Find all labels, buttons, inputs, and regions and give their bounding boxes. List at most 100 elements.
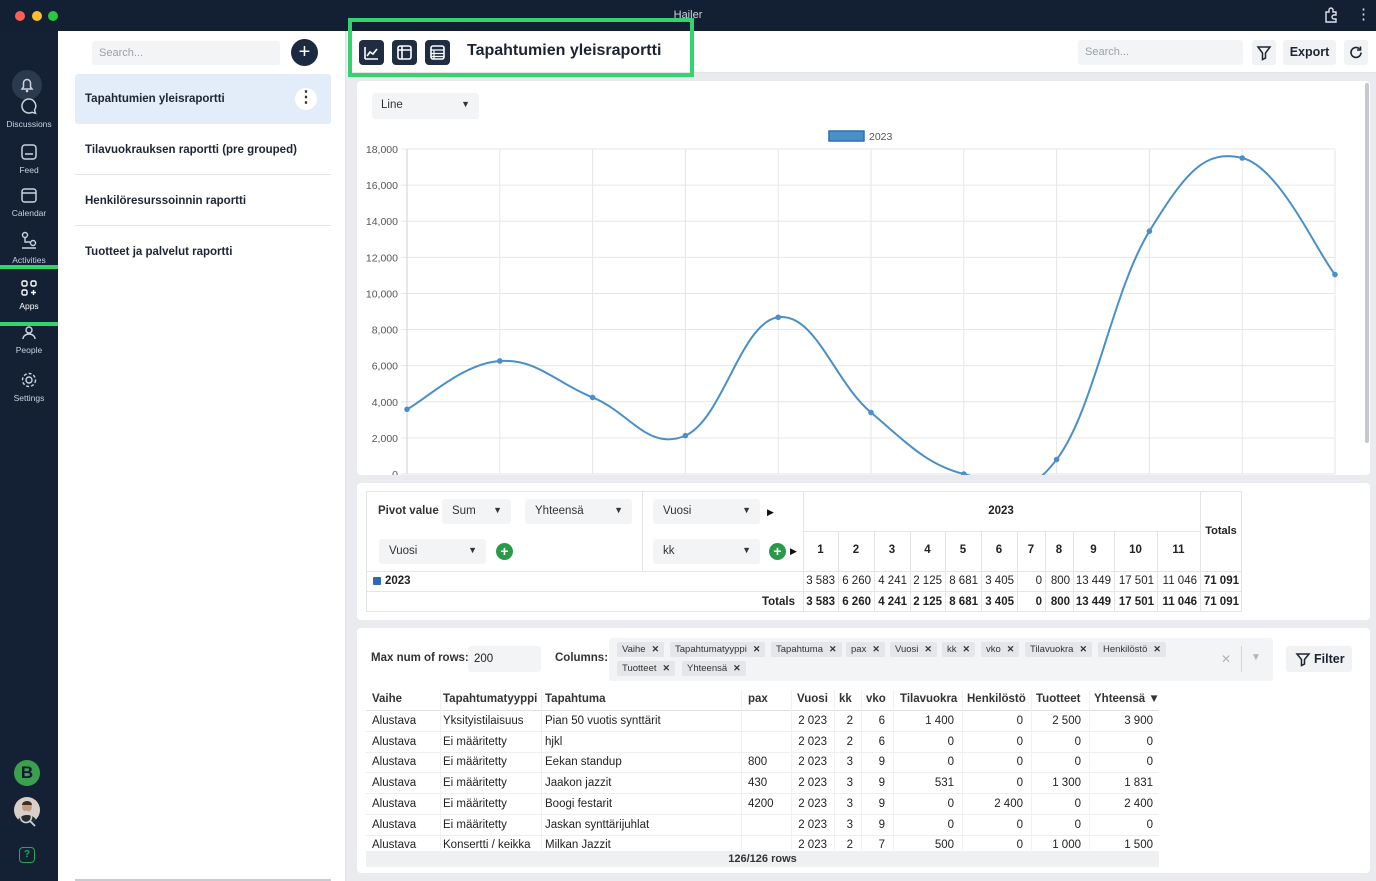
chart-scrollbar[interactable] — [1365, 83, 1369, 443]
table-cell: 500 — [934, 839, 954, 852]
pivot-cell: 11 046 — [1162, 575, 1197, 587]
remove-chip-icon[interactable]: ✕ — [829, 644, 837, 654]
remove-chip-icon[interactable]: ✕ — [663, 663, 671, 673]
rail-activities[interactable]: Activities — [0, 230, 58, 265]
y-tick-label: 16,000 — [366, 180, 398, 192]
workspace-avatar[interactable]: B — [14, 760, 40, 786]
column-chip[interactable]: vko ✕ — [981, 642, 1020, 657]
column-chip[interactable]: Henkilöstö ✕ — [1098, 642, 1166, 657]
refresh-button[interactable] — [1344, 40, 1368, 65]
table-cell: Alustava — [372, 777, 417, 790]
remove-chip-icon[interactable]: ✕ — [924, 644, 932, 654]
chevron-down-icon[interactable]: ▼ — [1251, 652, 1261, 663]
column-chip[interactable]: Tilavuokra ✕ — [1025, 642, 1093, 657]
column-header[interactable]: Tuotteet — [1036, 693, 1081, 705]
pivot-cell: 2 125 — [913, 596, 942, 608]
column-header[interactable]: kk — [839, 693, 852, 705]
remove-chip-icon[interactable]: ✕ — [652, 644, 660, 654]
rail-discussions[interactable]: Discussions — [0, 96, 58, 129]
column-chip[interactable]: Yhteensä ✕ — [682, 661, 746, 676]
table-cell: 0 — [1016, 818, 1023, 831]
col-divider — [861, 690, 862, 850]
report-item-tilavuokraus[interactable]: Tilavuokrauksen raportti (pre grouped) — [75, 125, 331, 175]
column-header[interactable]: Yhteensä ▼ — [1094, 693, 1160, 705]
column-chip[interactable]: Vaihe ✕ — [617, 642, 665, 657]
table-cell: Milkan Jazzit — [545, 839, 611, 852]
rail-settings[interactable]: Settings — [0, 370, 58, 403]
pivot-measure-select[interactable]: Yhteensä ▼ — [525, 499, 632, 524]
column-header[interactable]: Vuosi — [797, 693, 828, 705]
pivot-agg-select[interactable]: Sum ▼ — [442, 499, 511, 524]
rail-feed[interactable]: Feed — [0, 142, 58, 175]
column-chip[interactable]: kk ✕ — [942, 642, 976, 657]
extension-icon[interactable] — [1322, 6, 1340, 24]
table-cell: 0 — [1016, 839, 1023, 852]
table-cell: 0 — [1074, 797, 1081, 810]
export-button[interactable]: Export — [1283, 40, 1336, 65]
data-point-1 — [404, 406, 410, 413]
pivot-cell: 0 — [1035, 575, 1042, 587]
col-divider — [541, 690, 542, 850]
table-filter-button[interactable]: Filter — [1286, 646, 1352, 672]
column-header[interactable]: Vaihe — [372, 693, 402, 705]
rail-people[interactable]: People — [0, 324, 58, 355]
column-chip[interactable]: Tapahtumatyyppi ✕ — [670, 642, 766, 657]
pivot-divider — [642, 491, 643, 571]
column-chip[interactable]: Tuotteet ✕ — [617, 661, 676, 676]
pivot-col-field-select[interactable]: Vuosi ▼ — [653, 499, 760, 524]
remove-chip-icon[interactable]: ✕ — [963, 644, 971, 654]
remove-chip-icon[interactable]: ✕ — [1079, 644, 1087, 654]
add-col-field-button[interactable]: + — [769, 543, 786, 560]
table-cell: 0 — [1016, 715, 1023, 727]
sidebar-search-input[interactable]: Search... — [92, 41, 280, 65]
column-chip[interactable]: Vuosi ✕ — [890, 642, 937, 657]
header-search-input[interactable]: Search... — [1078, 40, 1243, 65]
table-cell: 0 — [1146, 756, 1153, 769]
column-header[interactable]: vko — [866, 693, 886, 705]
remove-chip-icon[interactable]: ✕ — [1153, 644, 1161, 654]
remove-chip-icon[interactable]: ✕ — [872, 644, 880, 654]
report-item-henkiloresurssointi[interactable]: Henkilöresurssoinnin raportti — [75, 176, 331, 226]
y-tick-label: 0 — [392, 469, 398, 475]
add-report-button[interactable]: + — [291, 39, 318, 66]
data-point-9 — [1146, 228, 1153, 234]
row-divider — [366, 751, 1159, 753]
column-header[interactable]: Tapahtuma — [545, 693, 606, 705]
legend-swatch — [828, 130, 865, 142]
max-rows-input[interactable]: 200 — [468, 646, 541, 672]
search-icon[interactable] — [18, 809, 38, 829]
remove-chip-icon[interactable]: ✕ — [753, 644, 761, 654]
add-row-field-button[interactable]: + — [496, 543, 513, 560]
clear-columns-icon[interactable]: ✕ — [1221, 652, 1231, 666]
more-vertical-icon[interactable]: ⋮ — [1356, 6, 1371, 24]
column-header[interactable]: Henkilöstö — [967, 693, 1026, 705]
column-header[interactable]: Tilavuokra — [900, 693, 957, 705]
more-options-icon[interactable]: ⋮ — [295, 88, 317, 110]
column-chip[interactable]: Tapahtuma ✕ — [771, 642, 842, 657]
people-icon — [22, 326, 36, 340]
column-chip[interactable]: pax ✕ — [846, 642, 885, 657]
remove-chip-icon[interactable]: ✕ — [1007, 644, 1015, 654]
pivot-col-field2-select[interactable]: kk ▼ — [653, 539, 760, 564]
pivot-month-header: 5 — [959, 544, 967, 556]
gear-icon — [21, 372, 37, 388]
filter-button[interactable] — [1252, 40, 1276, 65]
expand-arrow-icon[interactable]: ▶ — [767, 507, 774, 518]
table-cell: 0 — [1146, 735, 1153, 748]
help-icon[interactable]: ? — [19, 847, 35, 863]
report-item-tuotteet[interactable]: Tuotteet ja palvelut raportti — [75, 227, 331, 277]
pivot-cell: 17 501 — [1118, 575, 1154, 587]
rail-calendar[interactable]: Calendar — [0, 185, 58, 218]
column-header[interactable]: pax — [748, 693, 768, 705]
report-item-tapahtumien[interactable]: Tapahtumien yleisraportti ⋮ — [75, 74, 331, 124]
expand-arrow-icon[interactable]: ▶ — [790, 546, 797, 557]
col-divider — [1089, 690, 1090, 850]
chart-type-select[interactable]: Line ▼ — [372, 93, 479, 119]
pivot-cell: 3 405 — [985, 596, 1014, 608]
remove-chip-icon[interactable]: ✕ — [733, 663, 741, 673]
data-point-11 — [1332, 271, 1338, 278]
filter-label: Filter — [1314, 652, 1345, 666]
column-header[interactable]: Tapahtumatyyppi — [443, 693, 537, 705]
pivot-row-field-select[interactable]: Vuosi ▼ — [379, 539, 486, 564]
column-chip-label: Tilavuokra — [1030, 644, 1074, 655]
